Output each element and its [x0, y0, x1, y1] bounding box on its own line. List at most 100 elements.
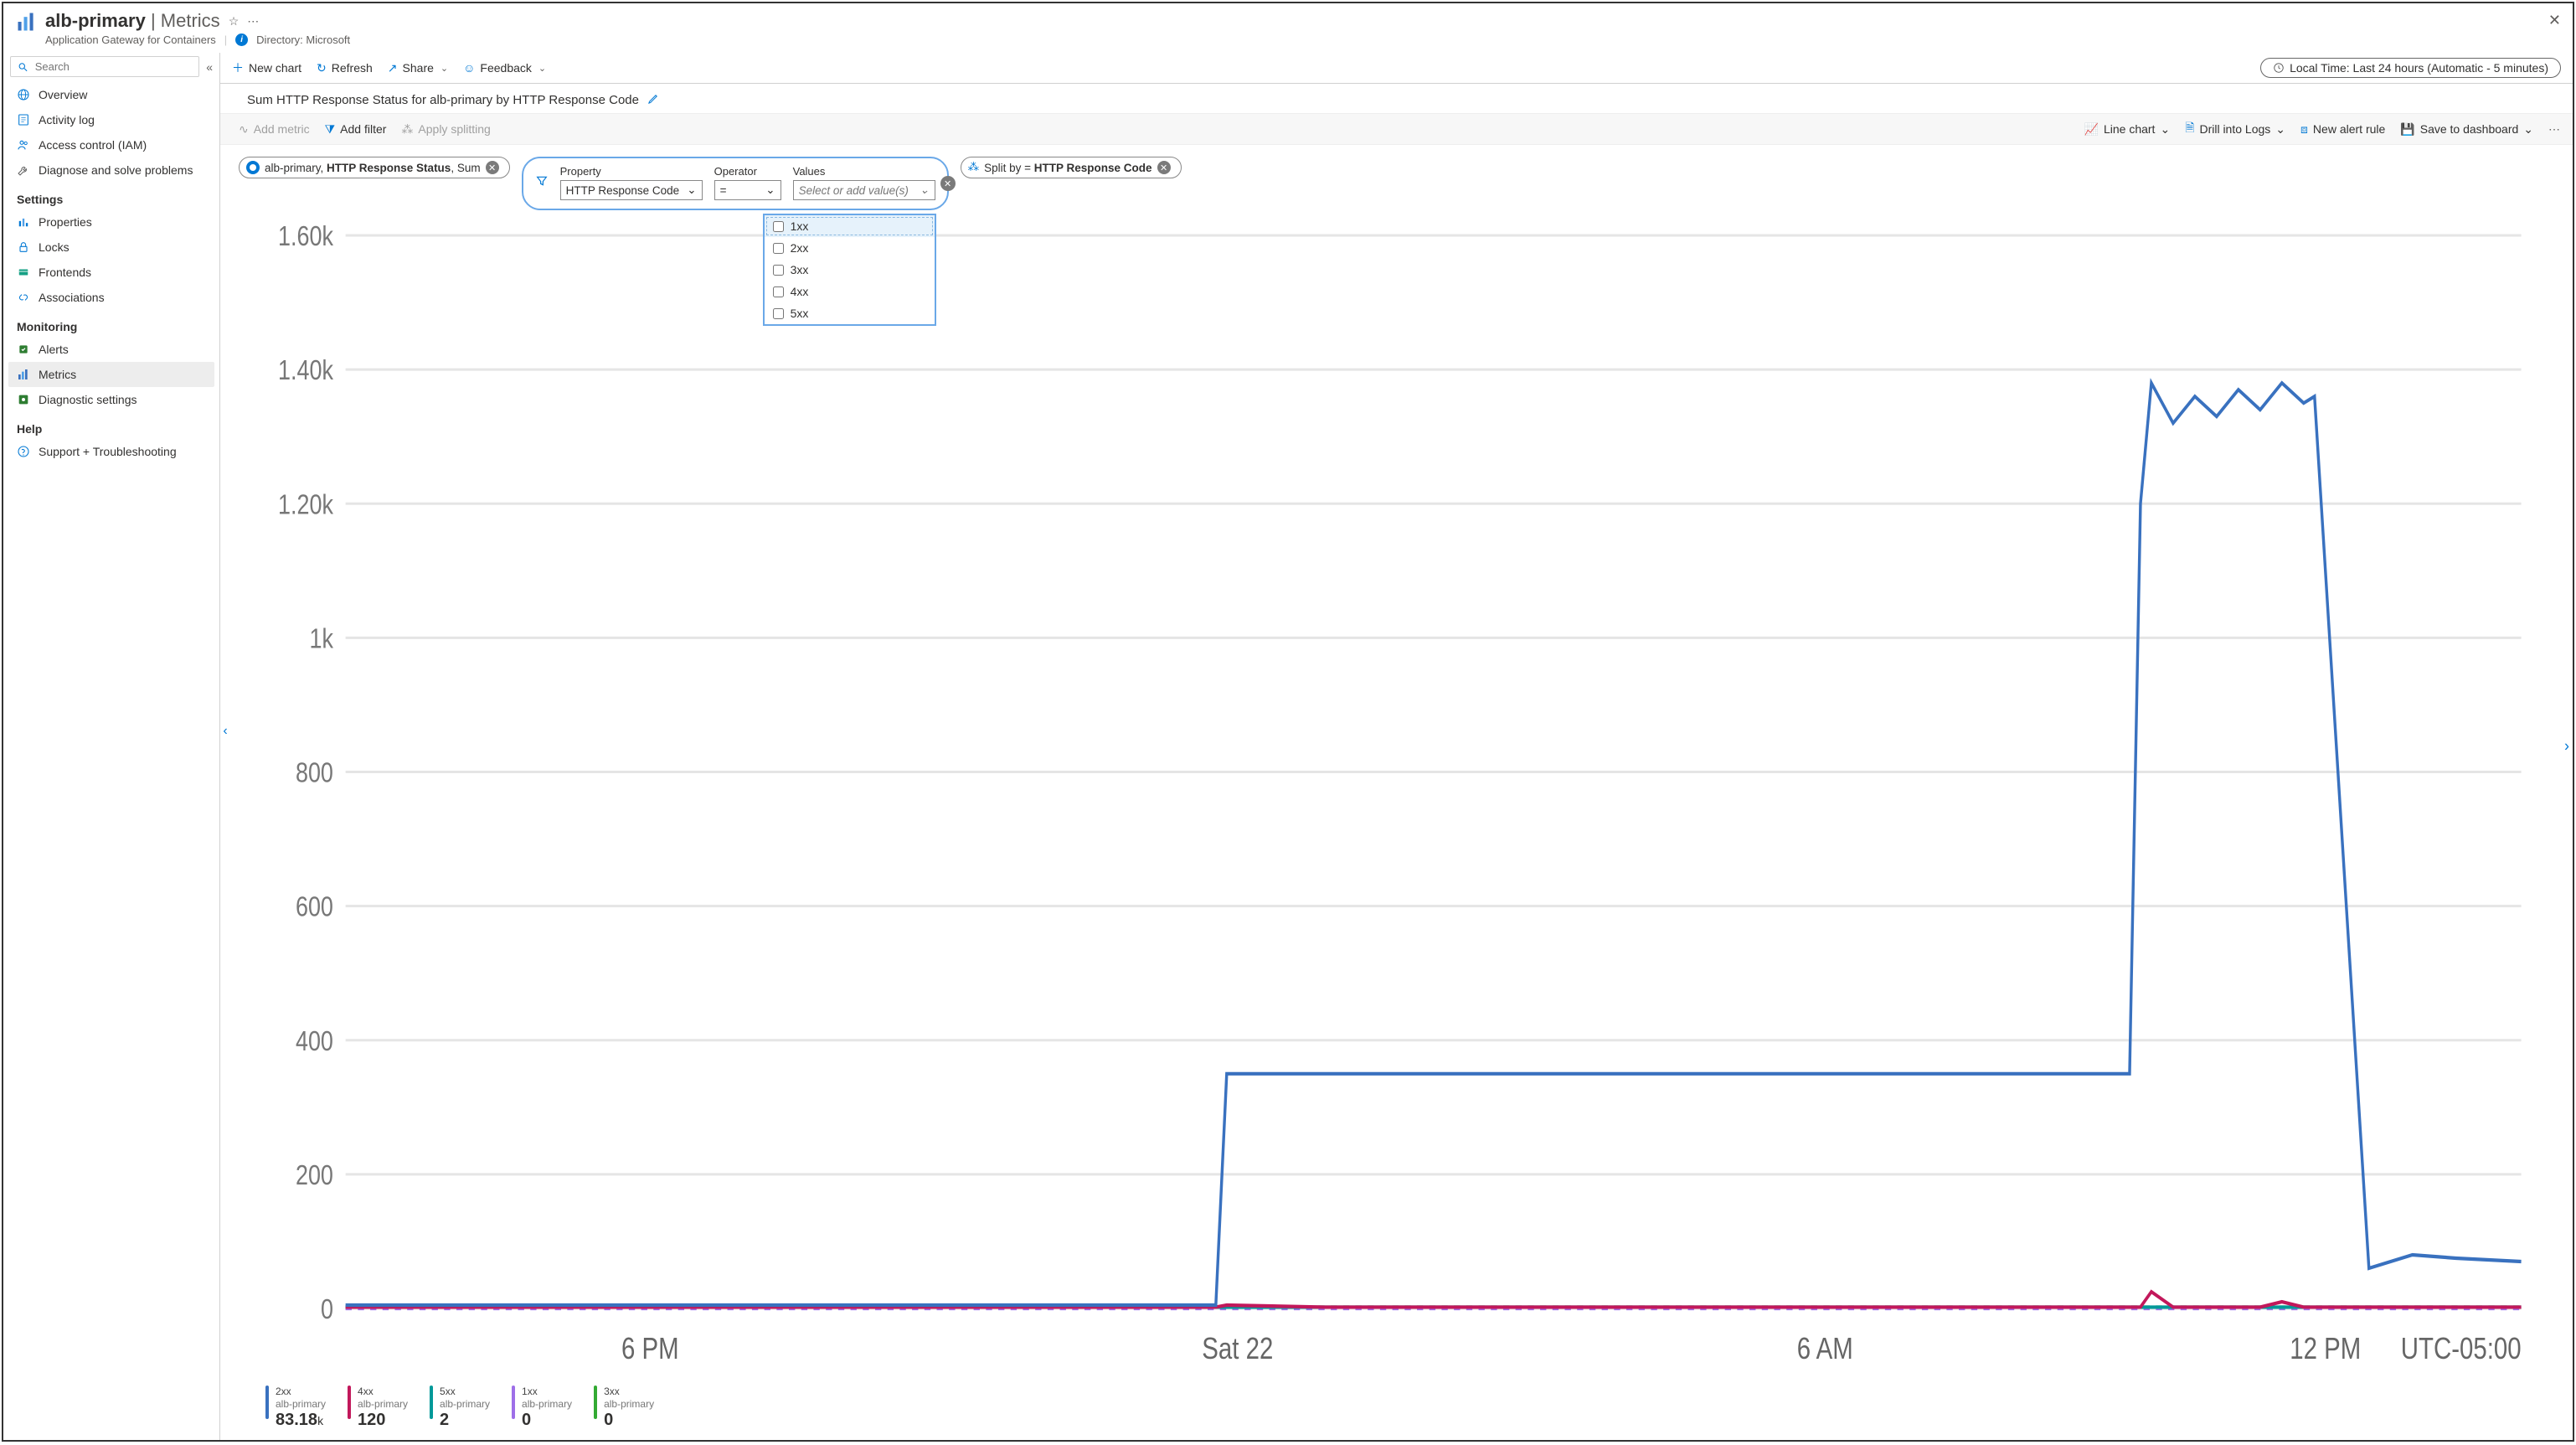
operator-select[interactable]: =⌄	[714, 180, 781, 200]
svg-text:12 PM: 12 PM	[2290, 1331, 2361, 1365]
collapse-left-chevron[interactable]: ‹	[219, 719, 231, 744]
sidebar-item-diagset[interactable]: Diagnostic settings	[8, 387, 214, 412]
metric-icon: ∿	[239, 122, 249, 137]
svg-text:600: 600	[296, 892, 333, 922]
split-pill[interactable]: ⁂ Split by = HTTP Response Code ✕	[961, 157, 1182, 178]
smile-icon: ☺	[463, 61, 475, 75]
share-button[interactable]: ↗Share⌄	[388, 61, 448, 75]
property-select[interactable]: HTTP Response Code⌄	[560, 180, 703, 200]
feedback-button[interactable]: ☺Feedback⌄	[463, 61, 546, 75]
sidebar-item-label: Activity log	[39, 113, 95, 126]
sidebar-heading: Settings	[8, 183, 214, 209]
add-filter-button[interactable]: ⧩Add filter	[325, 122, 387, 137]
sidebar-item-iam[interactable]: Access control (IAM)	[8, 132, 214, 157]
chart-type-button[interactable]: 📈Line chart⌄	[2084, 122, 2171, 137]
apply-splitting-button[interactable]: ⁂Apply splitting	[401, 122, 490, 137]
legend-item-5xx[interactable]: 5xxalb-primary2	[430, 1386, 490, 1430]
new-chart-button[interactable]: ＋New chart	[232, 59, 301, 76]
sidebar-heading: Help	[8, 412, 214, 439]
remove-filter-button[interactable]: ✕	[940, 176, 956, 191]
page-header: alb-primary | Metrics ☆ ⋯ Application Ga…	[3, 3, 2573, 53]
new-alert-button[interactable]: ⧈New alert rule	[2300, 122, 2385, 137]
sidebar-item-locks[interactable]: Locks	[8, 235, 214, 260]
sidebar-item-overview[interactable]: Overview	[8, 82, 214, 107]
close-button[interactable]: ✕	[2548, 12, 2561, 29]
add-metric-button[interactable]: ∿Add metric	[239, 122, 310, 137]
filter-icon	[535, 174, 549, 192]
sidebar-search-input[interactable]	[33, 59, 192, 74]
chart-title: Sum HTTP Response Status for alb-primary…	[247, 93, 639, 107]
values-label: Values	[793, 165, 935, 178]
filter-option-4xx[interactable]: 4xx	[765, 281, 935, 302]
legend-item-4xx[interactable]: 4xxalb-primary120	[348, 1386, 408, 1430]
svg-text:6 PM: 6 PM	[621, 1331, 679, 1365]
filter-option-1xx[interactable]: 1xx	[765, 215, 935, 237]
svg-text:1.20k: 1.20k	[278, 490, 334, 520]
refresh-button[interactable]: ↻Refresh	[317, 61, 373, 75]
filter-option-checkbox[interactable]	[773, 265, 784, 276]
metric-pill[interactable]: alb-primary, HTTP Response Status, Sum ✕	[239, 157, 510, 178]
remove-split-button[interactable]: ✕	[1157, 161, 1171, 174]
save-dashboard-button[interactable]: 💾Save to dashboard⌄	[2400, 122, 2533, 137]
sidebar-collapse-button[interactable]: «	[206, 60, 213, 74]
diagset-icon	[17, 393, 30, 406]
legend-color-bar	[512, 1386, 515, 1419]
chevron-down-icon: ⌄	[538, 63, 546, 74]
chevron-down-icon: ⌄	[920, 183, 929, 197]
sidebar-item-frontends[interactable]: Frontends	[8, 260, 214, 285]
alert-icon: ⧈	[2300, 122, 2308, 137]
sidebar-item-label: Diagnostic settings	[39, 393, 137, 406]
property-label: Property	[560, 165, 703, 178]
remove-metric-button[interactable]: ✕	[486, 161, 499, 174]
legend-item-2xx[interactable]: 2xxalb-primary83.18k	[265, 1386, 326, 1430]
filter-option-checkbox[interactable]	[773, 286, 784, 297]
legend-color-bar	[594, 1386, 597, 1419]
line-chart-icon: 📈	[2084, 122, 2099, 137]
sidebar-item-support[interactable]: Support + Troubleshooting	[8, 439, 214, 464]
sidebar-item-properties[interactable]: Properties	[8, 209, 214, 235]
filter-option-2xx[interactable]: 2xx	[765, 237, 935, 259]
sidebar-item-label: Overview	[39, 88, 87, 101]
chart-more-button[interactable]: ⋯	[2548, 122, 2561, 137]
sidebar-item-alerts[interactable]: Alerts	[8, 337, 214, 362]
filter-option-3xx[interactable]: 3xx	[765, 259, 935, 281]
filter-option-5xx[interactable]: 5xx	[765, 302, 935, 324]
sidebar-item-diag[interactable]: Diagnose and solve problems	[8, 157, 214, 183]
sidebar-item-activity[interactable]: Activity log	[8, 107, 214, 132]
legend-color-bar	[265, 1386, 269, 1419]
filter-option-checkbox[interactable]	[773, 221, 784, 232]
filter-icon: ⧩	[325, 122, 336, 137]
chevron-down-icon: ⌄	[440, 63, 448, 74]
operator-label: Operator	[714, 165, 781, 178]
scroll-right-chevron[interactable]: ›	[2564, 738, 2569, 756]
favorite-button[interactable]: ☆	[229, 14, 240, 28]
sidebar-item-label: Alerts	[39, 343, 69, 356]
wrench-icon	[17, 163, 30, 177]
sidebar-item-label: Access control (IAM)	[39, 138, 147, 152]
svg-text:6 AM: 6 AM	[1797, 1331, 1853, 1365]
sidebar: « Overview Activity log Access control (IA…	[3, 53, 219, 1440]
chevron-down-icon: ⌄	[2160, 122, 2170, 137]
chevron-down-icon: ⌄	[687, 183, 696, 197]
sidebar-search[interactable]	[10, 56, 199, 77]
more-button[interactable]: ⋯	[247, 14, 259, 28]
resource-icon	[246, 161, 260, 174]
lock-icon	[17, 240, 30, 254]
chart-canvas[interactable]: 02004006008001k1.20k1.40k1.60k6 PMSat 22…	[247, 220, 2546, 1379]
chevron-down-icon: ⌄	[2523, 122, 2533, 137]
sidebar-item-associations[interactable]: Associations	[8, 285, 214, 310]
legend-item-3xx[interactable]: 3xxalb-primary0	[594, 1386, 654, 1430]
filter-option-checkbox[interactable]	[773, 243, 784, 254]
clock-icon	[2273, 62, 2285, 74]
sidebar-item-metrics[interactable]: Metrics	[8, 362, 214, 387]
legend-item-1xx[interactable]: 1xxalb-primary0	[512, 1386, 572, 1430]
card-icon	[17, 266, 30, 279]
legend-color-bar	[348, 1386, 351, 1419]
sidebar-item-label: Frontends	[39, 266, 91, 279]
sidebar-item-label: Metrics	[39, 368, 76, 381]
values-select[interactable]: Select or add value(s)⌄	[793, 180, 935, 200]
drill-logs-button[interactable]: 🗎Drill into Logs⌄	[2185, 119, 2285, 139]
time-range-selector[interactable]: Local Time: Last 24 hours (Automatic - 5…	[2260, 58, 2561, 78]
edit-title-button[interactable]	[647, 92, 660, 108]
filter-option-checkbox[interactable]	[773, 308, 784, 319]
